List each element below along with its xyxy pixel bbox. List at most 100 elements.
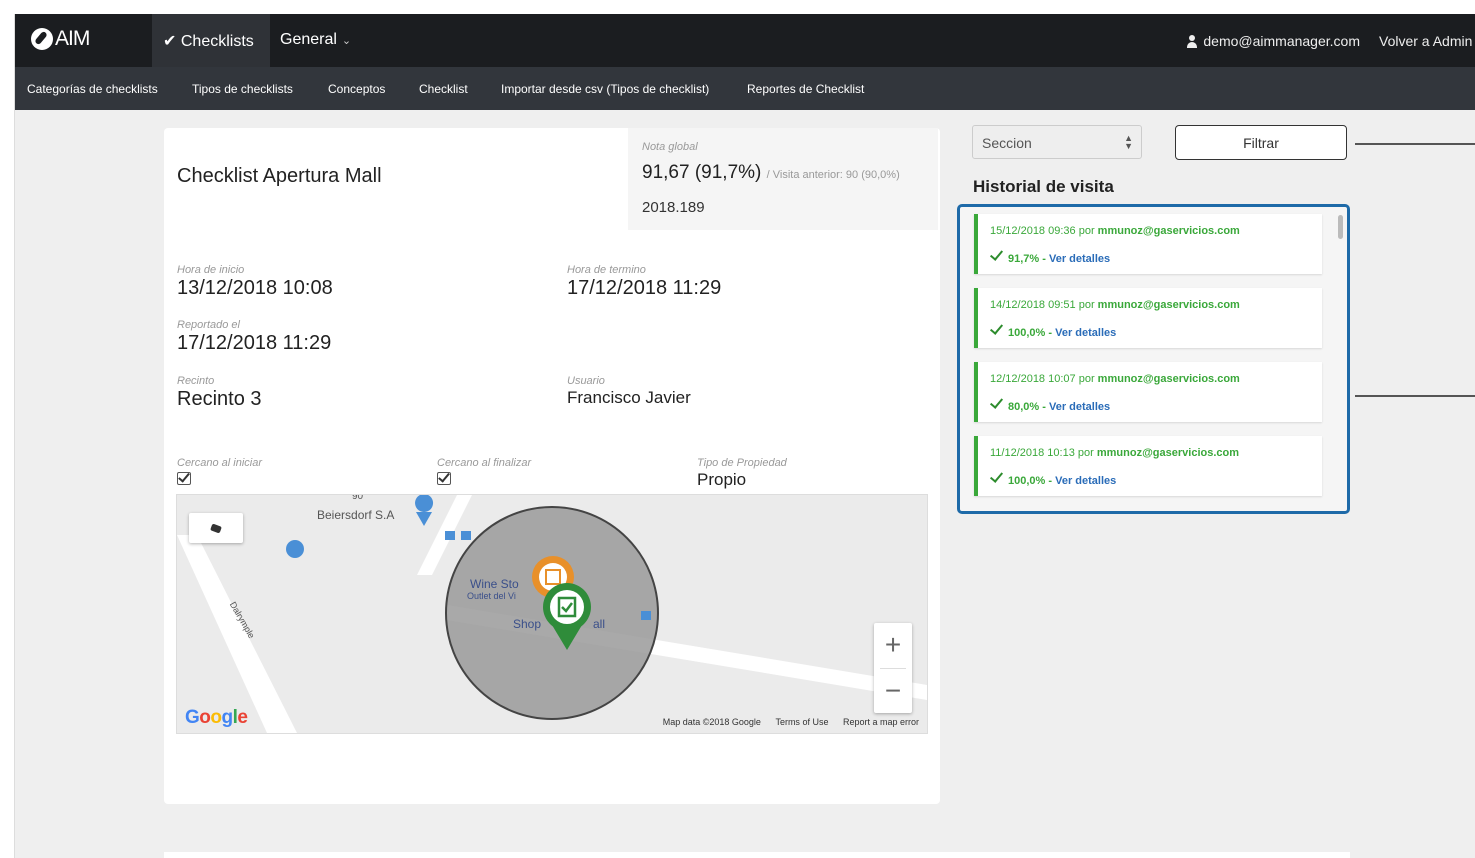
seccion-select-value: Seccion — [982, 135, 1032, 151]
poi-label-wine-sub: Outlet del Vi — [467, 591, 516, 601]
history-por: por — [1077, 447, 1094, 459]
hora-inicio-label: Hora de inicio — [177, 264, 245, 276]
history-user: mmunoz@gaservicios.com — [1097, 373, 1240, 385]
history-score: 91,7% — [1008, 253, 1040, 265]
poi-label-wine: Wine Sto — [470, 577, 519, 591]
scrollbar[interactable] — [1338, 215, 1343, 239]
aim-logo[interactable]: AIM — [31, 27, 90, 51]
nav-checklists-label: Checklists — [180, 33, 254, 50]
poi-label-top: 90 — [352, 494, 364, 502]
cercano-iniciar-label: Cercano al iniciar — [177, 457, 262, 469]
map-tag-button[interactable] — [189, 513, 243, 543]
history-item-score: 80,0% - Ver detalles — [989, 395, 1110, 413]
ver-detalles-link[interactable]: Ver detalles — [1049, 401, 1110, 413]
bus-icon — [641, 611, 651, 620]
field-usuario: Usuario Francisco Javier — [567, 375, 691, 408]
score-box: Nota global 91,67 (91,7%) / Visita anter… — [628, 128, 938, 230]
history-por: por — [1078, 373, 1095, 385]
google-logo: Google — [185, 707, 248, 728]
field-tipo-propiedad: Tipo de Propiedad Propio — [697, 457, 787, 490]
history-item-score: 91,7% - Ver detalles — [989, 247, 1110, 265]
location-map[interactable]: Beiersdorf S.A 90 Wine Sto Outlet del Vi… — [176, 494, 928, 734]
hora-termino-label: Hora de termino — [567, 264, 646, 276]
poi-label-mall: all — [593, 617, 606, 631]
history-item-header: 14/12/2018 09:51 por mmunoz@gaservicios.… — [990, 299, 1240, 311]
check-icon — [989, 321, 1004, 335]
filtrar-button[interactable]: Filtrar — [1175, 125, 1347, 160]
cercano-iniciar-checkbox — [177, 472, 191, 485]
checklist-card: Checklist Apertura Mall Nota global 91,6… — [164, 128, 940, 804]
zoom-out-button[interactable]: − — [874, 669, 912, 713]
subnav-checklist[interactable]: Checklist — [419, 82, 468, 96]
filtrar-label: Filtrar — [1243, 135, 1279, 151]
subnav-categorias[interactable]: Categorías de checklists — [27, 82, 158, 96]
checklist-code: 2018.189 — [642, 199, 705, 216]
ver-detalles-link[interactable]: Ver detalles — [1055, 327, 1116, 339]
history-score: 100,0% — [1008, 475, 1046, 487]
check-icon — [989, 469, 1004, 483]
field-recinto: Recinto Recinto 3 — [177, 375, 262, 411]
sub-navbar: Categorías de checklists Tipos de checkl… — [15, 67, 1475, 110]
history-item-header: 15/12/2018 09:36 por mmunoz@gaservicios.… — [990, 225, 1240, 237]
history-item-score: 100,0% - Ver detalles — [989, 469, 1116, 487]
ver-detalles-link[interactable]: Ver detalles — [1049, 253, 1110, 265]
zoom-in-button[interactable]: + — [874, 623, 912, 667]
zoom-control: + − — [874, 623, 912, 713]
subnav-reportes[interactable]: Reportes de Checklist — [747, 82, 864, 96]
nota-label: Nota global — [642, 141, 698, 153]
reportado-value: 17/12/2018 11:29 — [177, 332, 332, 354]
map-attribution: Map data ©2018 Google Terms of Use Repor… — [651, 717, 919, 727]
seccion-select[interactable]: Seccion ▲ ▼ — [972, 125, 1142, 159]
tipo-propiedad-label: Tipo de Propiedad — [697, 457, 787, 469]
select-arrows-icon: ▲ ▼ — [1124, 133, 1133, 151]
report-error-link[interactable]: Report a map error — [843, 717, 919, 727]
poi-label-shop: Shop — [513, 617, 542, 631]
compass-icon — [31, 28, 53, 50]
callout-line — [1355, 143, 1475, 145]
recinto-label: Recinto — [177, 375, 215, 387]
poi-marker-tip — [416, 512, 432, 526]
cercano-finalizar-label: Cercano al finalizar — [437, 457, 532, 469]
ver-detalles-link[interactable]: Ver detalles — [1055, 475, 1116, 487]
subnav-tipos[interactable]: Tipos de checklists — [192, 82, 293, 96]
map-data-text: Map data ©2018 Google — [662, 717, 761, 727]
history-date: 11/12/2018 10:13 — [990, 447, 1075, 459]
history-por: por — [1078, 299, 1095, 311]
poi-label-beiersdorf: Beiersdorf S.A — [317, 508, 395, 522]
nav-checklists[interactable]: ✔ Checklists — [163, 31, 254, 51]
nav-general-label: General — [280, 31, 337, 48]
app-frame: AIM ✔ Checklists General ⌄ demo@aimmanage… — [14, 14, 1475, 858]
map-canvas[interactable] — [177, 495, 927, 733]
user-email: demo@aimmanager.com — [1203, 33, 1360, 49]
subnav-conceptos[interactable]: Conceptos — [328, 82, 385, 96]
history-date: 15/12/2018 09:36 — [990, 225, 1076, 237]
bus-icon — [461, 531, 471, 540]
history-list[interactable]: 15/12/2018 09:36 por mmunoz@gaservicios.… — [957, 204, 1350, 514]
history-item: 12/12/2018 10:07 por mmunoz@gaservicios.… — [974, 362, 1322, 422]
subnav-importar[interactable]: Importar desde csv (Tipos de checklist) — [501, 82, 709, 96]
user-menu[interactable]: demo@aimmanager.com — [1186, 33, 1360, 49]
user-icon — [1186, 34, 1198, 48]
history-item: 14/12/2018 09:51 por mmunoz@gaservicios.… — [974, 288, 1322, 348]
checklist-title: Checklist Apertura Mall — [177, 165, 382, 187]
volver-admin-link[interactable]: Volver a Admin — [1379, 33, 1472, 49]
history-item-header: 12/12/2018 10:07 por mmunoz@gaservicios.… — [990, 373, 1240, 385]
nav-general-dropdown[interactable]: General ⌄ — [280, 31, 351, 49]
poi-marker — [415, 495, 434, 512]
chevron-down-icon: ⌄ — [341, 35, 352, 47]
field-reportado: Reportado el 17/12/2018 11:29 — [177, 319, 331, 355]
nota-value: 91,67 (91,7%) — [642, 162, 762, 183]
cercano-finalizar-checkbox — [437, 472, 451, 485]
check-icon — [989, 395, 1004, 409]
usuario-label: Usuario — [567, 375, 605, 387]
history-item: 15/12/2018 09:36 por mmunoz@gaservicios.… — [974, 214, 1322, 274]
history-user: mmunoz@gaservicios.com — [1097, 225, 1240, 237]
reportado-label: Reportado el — [177, 319, 240, 331]
green-pin-inner — [550, 590, 584, 624]
field-cercano-iniciar: Cercano al iniciar — [177, 457, 262, 490]
check-icon — [989, 247, 1004, 261]
terms-link[interactable]: Terms of Use — [775, 717, 828, 727]
history-item-header: 11/12/2018 10:13 por mmunoz@gaservicios.… — [990, 447, 1239, 459]
tipo-propiedad-value: Propio — [697, 470, 747, 489]
history-date: 14/12/2018 09:51 — [990, 299, 1076, 311]
